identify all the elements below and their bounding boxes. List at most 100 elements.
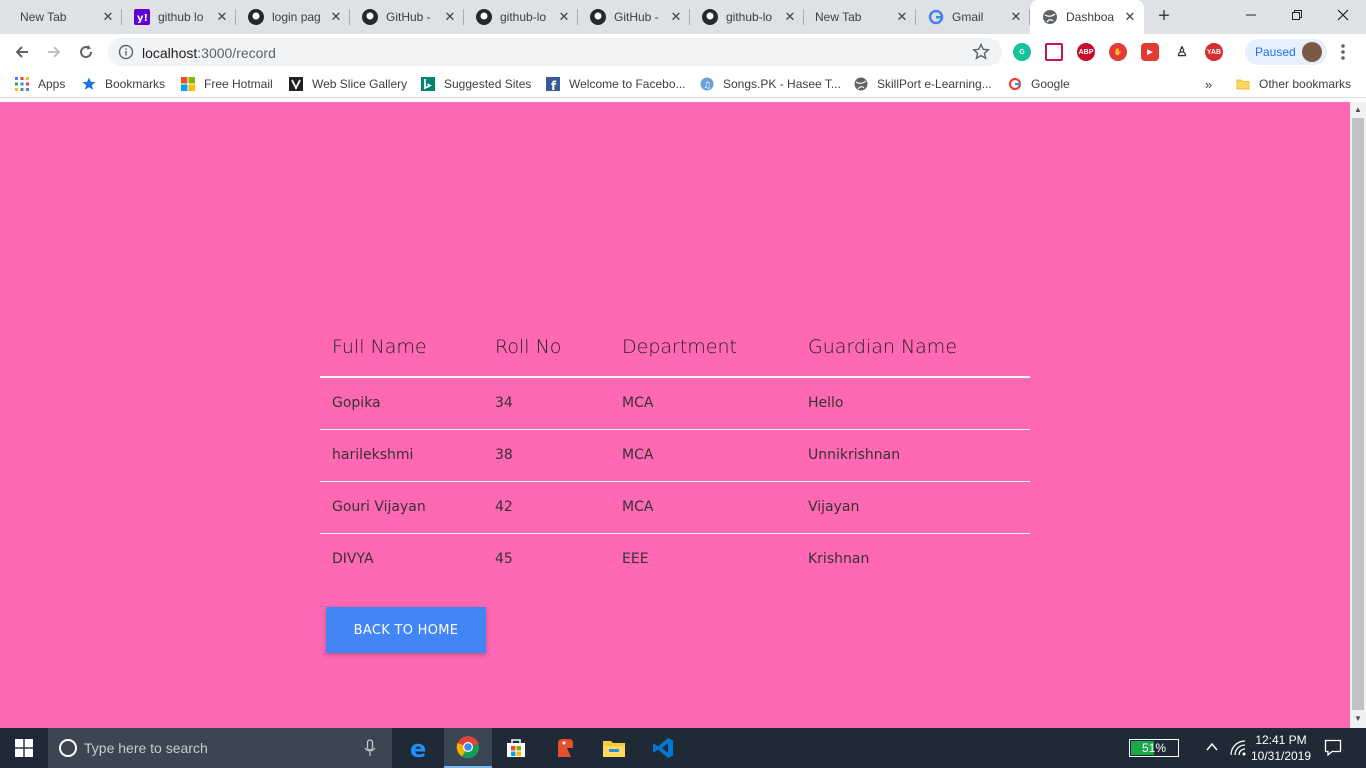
chevron-up-icon[interactable] — [1205, 740, 1219, 759]
browser-tab-active[interactable]: Dashboa ✕ — [1030, 0, 1144, 34]
close-icon[interactable]: ✕ — [782, 9, 798, 25]
close-icon[interactable]: ✕ — [328, 9, 344, 25]
cell-roll-no: 38 — [483, 429, 610, 482]
bookmark-star-icon[interactable] — [972, 42, 990, 66]
web-slice-icon — [288, 76, 304, 92]
cell-roll-no: 45 — [495, 551, 513, 568]
bookmark-facebook[interactable]: f Welcome to Facebo... — [545, 75, 686, 93]
close-icon[interactable]: ✕ — [556, 9, 572, 25]
table-row: harilekshmi 38 MCA Unnikrishnan — [320, 429, 1030, 482]
close-icon[interactable]: ✕ — [894, 9, 910, 25]
file-explorer-icon[interactable] — [590, 728, 638, 768]
address-bar[interactable]: localhost:3000/record — [108, 38, 1002, 66]
bookmark-free-hotmail[interactable]: Free Hotmail — [180, 75, 273, 93]
browser-tab[interactable]: github-lo ✕ — [464, 0, 578, 34]
browser-tab[interactable]: github-lo ✕ — [690, 0, 804, 34]
star-icon — [81, 76, 97, 92]
close-icon[interactable]: ✕ — [442, 9, 458, 25]
edge-browser-icon[interactable]: e — [396, 728, 444, 768]
tab-title: New Tab — [20, 10, 67, 24]
cell-roll-no: 42 — [483, 481, 610, 534]
back-arrow-icon[interactable] — [8, 38, 36, 66]
restore-button[interactable] — [1274, 0, 1320, 30]
profile-button[interactable]: Paused — [1245, 39, 1327, 65]
bookmark-label: Other bookmarks — [1259, 77, 1352, 91]
vscode-icon[interactable] — [639, 728, 687, 768]
url-path: :3000/record — [197, 45, 276, 61]
forward-arrow-icon[interactable] — [40, 38, 68, 66]
bookmarks-overflow-button[interactable]: » — [1205, 75, 1212, 93]
chrome-icon[interactable] — [444, 728, 492, 768]
github-icon — [362, 9, 378, 25]
bookmark-bookmarks[interactable]: Bookmarks — [81, 75, 165, 93]
figure-icon[interactable]: ♙ — [1173, 43, 1191, 61]
cell-guardian-name: Unnikrishnan — [796, 429, 1030, 482]
taskbar-search-box[interactable]: Type here to search — [48, 728, 392, 768]
browser-tab[interactable]: New Tab ✕ — [0, 0, 122, 34]
browser-tab[interactable]: y! github lo ✕ — [122, 0, 236, 34]
scroll-up-icon[interactable]: ▲ — [1354, 105, 1362, 114]
google-icon — [1007, 76, 1023, 92]
column-header-roll-no: Roll No — [483, 317, 610, 378]
cell-full-name: harilekshmi — [320, 429, 483, 482]
cell-department: MCA — [610, 377, 796, 430]
stop-hand-icon[interactable]: ✋ — [1109, 43, 1127, 61]
browser-tab[interactable]: New Tab ✕ — [804, 0, 916, 34]
scroll-down-icon[interactable]: ▼ — [1354, 714, 1362, 723]
table-header-row: Full Name Roll No Department Guardian Na… — [320, 317, 1030, 378]
grammarly-icon[interactable]: G — [1013, 43, 1031, 61]
yab-icon[interactable]: YAB — [1205, 43, 1223, 61]
bookmark-skillport[interactable]: SkillPort e-Learning... — [853, 75, 992, 93]
new-tab-button[interactable]: + — [1153, 6, 1175, 28]
bookmark-label: Google — [1031, 77, 1070, 91]
close-icon[interactable]: ✕ — [1122, 9, 1138, 25]
close-window-button[interactable] — [1320, 0, 1366, 30]
bookmark-label: Free Hotmail — [204, 77, 273, 91]
battery-indicator[interactable]: 51% — [1129, 739, 1179, 757]
video-icon[interactable]: ▶ — [1141, 43, 1159, 61]
browser-tab[interactable]: Gmail ✕ — [916, 0, 1030, 34]
bookmark-suggested-sites[interactable]: Suggested Sites — [420, 75, 531, 93]
scrollbar-thumb[interactable] — [1352, 118, 1364, 710]
clock-date: 10/31/2019 — [1250, 749, 1312, 763]
close-icon[interactable]: ✕ — [668, 9, 684, 25]
close-icon[interactable]: ✕ — [214, 9, 230, 25]
facebook-icon: f — [545, 76, 561, 92]
bookmark-songs-pk[interactable]: ♫ Songs.PK - Hasee T... — [699, 75, 841, 93]
page-scrollbar[interactable]: ▲ ▼ — [1350, 102, 1366, 728]
wifi-icon[interactable] — [1230, 740, 1246, 761]
bookmarks-bar: Apps Bookmarks Free Hotmail Web Slice Ga… — [0, 70, 1366, 98]
pocket-icon[interactable] — [1045, 43, 1063, 61]
notification-icon[interactable] — [1324, 739, 1342, 762]
browser-tab[interactable]: login pag ✕ — [236, 0, 350, 34]
reload-icon[interactable] — [72, 38, 100, 66]
close-icon[interactable]: ✕ — [1008, 9, 1024, 25]
system-clock[interactable]: 12:41 PM 10/31/2019 — [1248, 732, 1314, 764]
bookmark-google[interactable]: Google — [1007, 75, 1070, 93]
bookmark-label: Songs.PK - Hasee T... — [723, 77, 841, 91]
other-bookmarks[interactable]: Other bookmarks — [1235, 75, 1351, 93]
app-icon[interactable] — [541, 728, 589, 768]
windows-start-icon[interactable] — [0, 728, 48, 768]
bookmark-label: Web Slice Gallery — [312, 77, 408, 91]
tab-title: New Tab — [815, 10, 862, 24]
menu-dots-icon[interactable] — [1335, 42, 1351, 62]
browser-tab[interactable]: GitHub - ✕ — [350, 0, 464, 34]
battery-percent: 51% — [1141, 741, 1167, 755]
minimize-button[interactable] — [1228, 0, 1274, 30]
bookmark-apps[interactable]: Apps — [14, 75, 65, 93]
close-icon[interactable]: ✕ — [100, 9, 116, 25]
microphone-icon[interactable] — [364, 739, 376, 762]
table-row: DIVYA 45 EEE Krishnan — [320, 533, 1030, 585]
store-icon[interactable] — [492, 728, 540, 768]
avatar — [1302, 42, 1322, 62]
cell-full-name: Gopika — [320, 377, 483, 430]
bookmark-web-slice-gallery[interactable]: Web Slice Gallery — [288, 75, 407, 93]
music-icon: ♫ — [699, 76, 715, 92]
adblock-icon[interactable]: ABP — [1077, 43, 1095, 61]
back-to-home-button[interactable]: BACK TO HOME — [326, 607, 486, 653]
info-icon[interactable] — [118, 44, 134, 65]
github-icon — [590, 9, 606, 25]
browser-tab[interactable]: GitHub - ✕ — [578, 0, 690, 34]
url-text[interactable]: localhost:3000/record — [142, 45, 276, 61]
